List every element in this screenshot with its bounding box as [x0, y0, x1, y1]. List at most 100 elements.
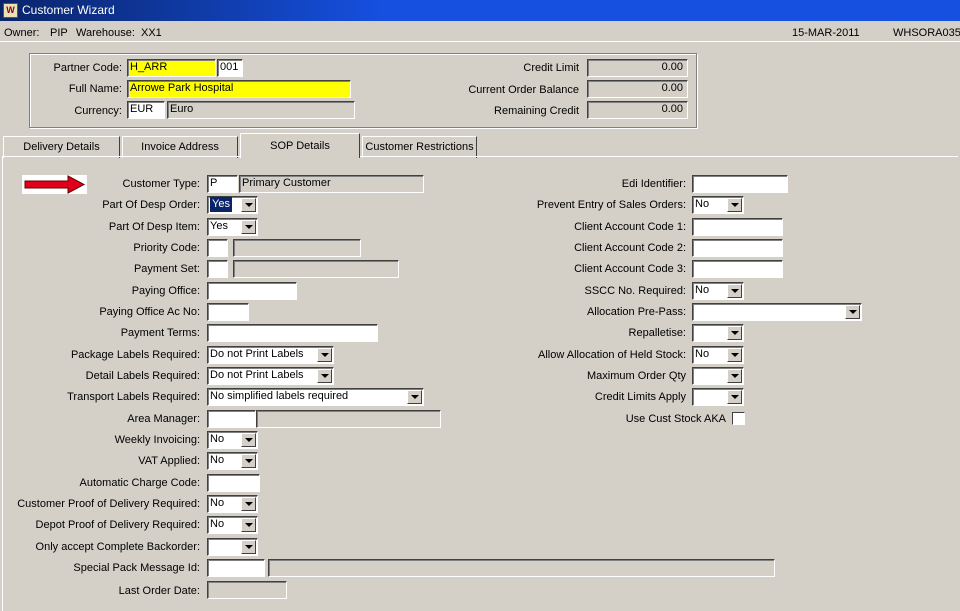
credit-limit-field: 0.00: [587, 59, 688, 77]
edi-identifier-field[interactable]: [692, 175, 788, 193]
part-of-desp-item-label: Part Of Desp Item:: [108, 221, 200, 233]
priority-desc-field: [233, 239, 361, 257]
tab-sop-details[interactable]: SOP Details: [240, 133, 360, 158]
sscc-select[interactable]: No: [692, 282, 744, 300]
partner-code-label: Partner Code:: [53, 62, 122, 74]
package-labels-value: Do not Print Labels: [210, 348, 304, 360]
weekly-invoicing-label: Weekly Invoicing:: [114, 434, 200, 446]
client-ac3-label: Client Account Code 3:: [574, 263, 686, 275]
warehouse-value: XX1: [141, 27, 162, 39]
priority-code-field[interactable]: [207, 239, 228, 257]
detail-labels-value: Do not Print Labels: [210, 369, 304, 381]
sscc-label: SSCC No. Required:: [584, 285, 687, 297]
chevron-down-icon[interactable]: [241, 540, 256, 554]
chevron-down-icon[interactable]: [407, 390, 422, 404]
client-ac2-field[interactable]: [692, 239, 783, 257]
client-ac3-field[interactable]: [692, 260, 783, 278]
client-ac1-field[interactable]: [692, 218, 783, 236]
depot-pod-label: Depot Proof of Delivery Required:: [35, 519, 200, 531]
use-cust-stock-checkbox[interactable]: [732, 412, 745, 425]
depot-pod-value: No: [210, 518, 225, 530]
currency-name-field: Euro: [167, 101, 355, 119]
complete-backorder-select[interactable]: [207, 538, 258, 556]
special-pack-field[interactable]: [207, 559, 265, 577]
chevron-down-icon[interactable]: [727, 198, 742, 212]
credit-limits-select[interactable]: [692, 388, 744, 406]
client-ac1-label: Client Account Code 1:: [574, 221, 686, 233]
tab-delivery-details[interactable]: Delivery Details: [3, 136, 120, 158]
allocation-prepass-label: Allocation Pre-Pass:: [586, 306, 686, 318]
payment-set-desc-field: [233, 260, 399, 278]
prevent-entry-label: Prevent Entry of Sales Orders:: [536, 199, 686, 211]
package-labels-select[interactable]: Do not Print Labels: [207, 346, 334, 364]
payment-set-label: Payment Set:: [133, 263, 200, 275]
partner-suffix-field[interactable]: 001: [217, 59, 243, 77]
current-row-arrow-icon: [22, 175, 87, 194]
full-name-label: Full Name:: [68, 83, 122, 95]
window-title: Customer Wizard: [22, 3, 115, 17]
vat-applied-select[interactable]: No: [207, 452, 258, 470]
detail-labels-select[interactable]: Do not Print Labels: [207, 367, 334, 385]
chevron-down-icon[interactable]: [241, 220, 256, 234]
chevron-down-icon[interactable]: [727, 369, 742, 383]
current-order-balance-label: Current Order Balance: [468, 84, 579, 96]
full-name-field[interactable]: Arrowe Park Hospital: [127, 80, 351, 98]
weekly-invoicing-select[interactable]: No: [207, 431, 258, 449]
app-icon[interactable]: W: [3, 3, 18, 18]
cust-pod-select[interactable]: No: [207, 495, 258, 513]
payment-terms-field[interactable]: [207, 324, 378, 342]
chevron-down-icon[interactable]: [241, 454, 256, 468]
auto-charge-field[interactable]: [207, 474, 260, 492]
customer-type-code-field[interactable]: P: [207, 175, 238, 193]
chevron-down-icon[interactable]: [317, 369, 332, 383]
transport-labels-value: No simplified labels required: [210, 390, 349, 402]
area-manager-label: Area Manager:: [127, 413, 200, 425]
client-ac2-label: Client Account Code 2:: [574, 242, 686, 254]
chevron-down-icon[interactable]: [727, 284, 742, 298]
chevron-down-icon[interactable]: [241, 518, 256, 532]
db-value: WHSORA035: [893, 27, 960, 39]
transport-labels-label: Transport Labels Required:: [67, 391, 200, 403]
paying-office-label: Paying Office:: [131, 285, 200, 297]
paying-office-field[interactable]: [207, 282, 297, 300]
paying-office-ac-field[interactable]: [207, 303, 249, 321]
part-of-desp-item-select[interactable]: Yes: [207, 218, 258, 236]
auto-charge-label: Automatic Charge Code:: [79, 477, 200, 489]
allow-held-select[interactable]: No: [692, 346, 744, 364]
area-manager-field[interactable]: [207, 410, 256, 428]
special-pack-desc-field: [268, 559, 775, 577]
tab-invoice-address[interactable]: Invoice Address: [122, 136, 238, 158]
chevron-down-icon[interactable]: [727, 348, 742, 362]
partner-code-field[interactable]: H_ARR: [127, 59, 216, 77]
max-order-qty-select[interactable]: [692, 367, 744, 385]
transport-labels-select[interactable]: No simplified labels required: [207, 388, 424, 406]
use-cust-stock-label: Use Cust Stock AKA: [625, 413, 726, 425]
paying-office-ac-label: Paying Office Ac No:: [99, 306, 200, 318]
customer-type-label: Customer Type:: [122, 178, 200, 190]
complete-backorder-label: Only accept Complete Backorder:: [35, 541, 200, 553]
chevron-down-icon[interactable]: [241, 198, 256, 212]
warehouse-label: Warehouse:: [76, 27, 135, 39]
allocation-prepass-select[interactable]: [692, 303, 862, 321]
part-of-desp-order-label: Part Of Desp Order:: [102, 199, 200, 211]
payment-set-field[interactable]: [207, 260, 228, 278]
chevron-down-icon[interactable]: [727, 326, 742, 340]
allow-held-value: No: [695, 348, 710, 360]
depot-pod-select[interactable]: No: [207, 516, 258, 534]
chevron-down-icon[interactable]: [241, 497, 256, 511]
currency-code-field[interactable]: EUR: [127, 101, 165, 119]
priority-code-label: Priority Code:: [133, 242, 200, 254]
prevent-entry-select[interactable]: No: [692, 196, 744, 214]
vat-applied-label: VAT Applied:: [138, 455, 200, 467]
tab-customer-restrictions[interactable]: Customer Restrictions: [362, 136, 477, 158]
chevron-down-icon[interactable]: [845, 305, 860, 319]
chevron-down-icon[interactable]: [317, 348, 332, 362]
repalletise-label: Repalletise:: [628, 327, 686, 339]
repalletise-select[interactable]: [692, 324, 744, 342]
cust-pod-label: Customer Proof of Delivery Required:: [17, 498, 200, 510]
chevron-down-icon[interactable]: [241, 433, 256, 447]
info-bar: Owner: PIP Warehouse: XX1 15-MAR-2011 WH…: [0, 24, 960, 42]
part-of-desp-order-select[interactable]: Yes: [207, 196, 258, 214]
date-value: 15-MAR-2011: [792, 27, 860, 39]
chevron-down-icon[interactable]: [727, 390, 742, 404]
